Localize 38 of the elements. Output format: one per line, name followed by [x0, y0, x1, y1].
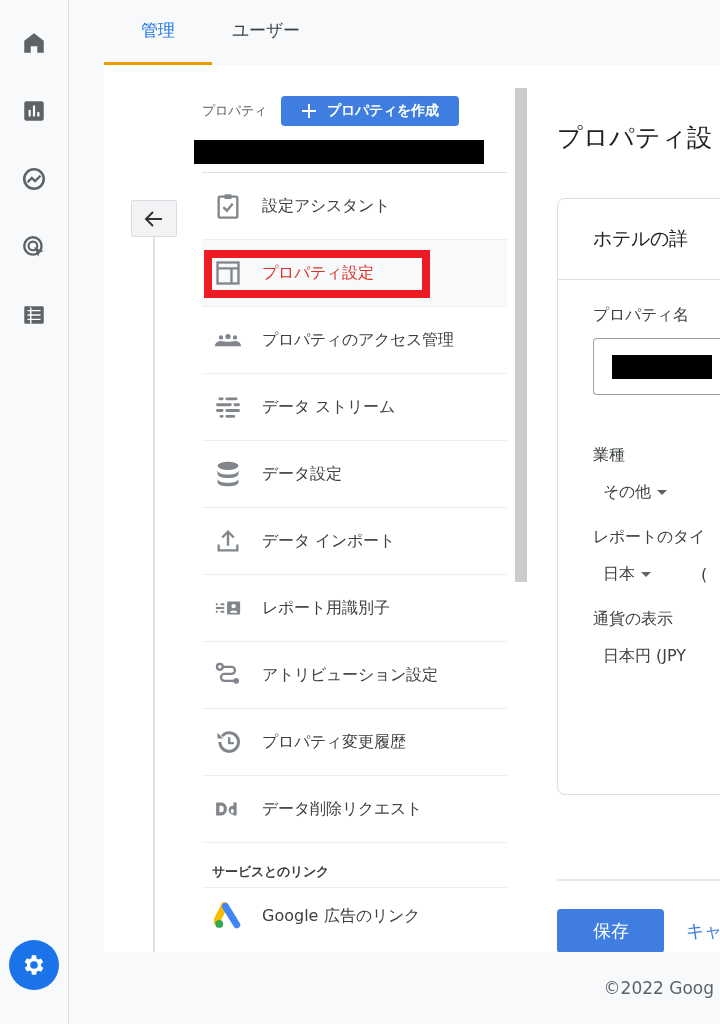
nav-item[interactable]: データ削除リクエスト — [202, 776, 507, 843]
save-button[interactable]: 保存 — [557, 909, 664, 952]
nav-item[interactable]: データ インポート — [202, 508, 507, 575]
dropdown[interactable]: ( — [691, 560, 718, 589]
trend-circle-icon[interactable] — [21, 166, 47, 192]
nav-item[interactable]: アトリビューション設定 — [202, 642, 507, 709]
section-heading: サービスとのリンク — [202, 843, 507, 888]
field-label: 業種 — [593, 445, 625, 466]
nav-item[interactable]: Google 広告のリンク — [202, 888, 507, 944]
field-label: 通貨の表示 — [593, 609, 673, 630]
field-label: レポートのタイ — [593, 527, 705, 548]
page-title: プロパティ設 — [557, 122, 713, 154]
nav-item[interactable]: プロパティ設定 — [202, 240, 507, 307]
field-label: プロパティ名 — [593, 305, 689, 326]
dropdown[interactable]: その他 — [593, 478, 677, 507]
nav-item[interactable]: データ設定 — [202, 441, 507, 508]
create-property-button[interactable]: プロパティを作成 — [281, 96, 459, 126]
cancel-link[interactable]: キャ — [686, 919, 720, 943]
settings-button[interactable] — [9, 940, 59, 990]
copyright-text: ©2022 Goog — [603, 978, 714, 998]
nav-item[interactable]: プロパティ変更履歴 — [202, 709, 507, 776]
nav-item[interactable]: プロパティのアクセス管理 — [202, 307, 507, 374]
property-label: プロパティ — [202, 102, 267, 120]
back-button[interactable] — [131, 200, 177, 237]
tab[interactable]: ユーザー — [212, 0, 320, 65]
nav-item[interactable]: レポート用識別子 — [202, 575, 507, 642]
plus-icon — [301, 103, 317, 119]
layout-icon — [214, 259, 242, 287]
caret-icon — [657, 490, 667, 495]
bar-chart-icon[interactable] — [21, 98, 47, 124]
card-title: ホテルの詳 — [593, 226, 688, 251]
caret-icon — [641, 572, 651, 577]
input-field[interactable] — [593, 338, 720, 395]
nav-item[interactable]: データ ストリーム — [202, 374, 507, 441]
dropdown[interactable]: 日本 — [593, 560, 661, 589]
scrollbar[interactable] — [515, 88, 527, 582]
field-value: 日本円 (JPY — [602, 645, 688, 667]
ads-logo-icon — [214, 902, 242, 930]
